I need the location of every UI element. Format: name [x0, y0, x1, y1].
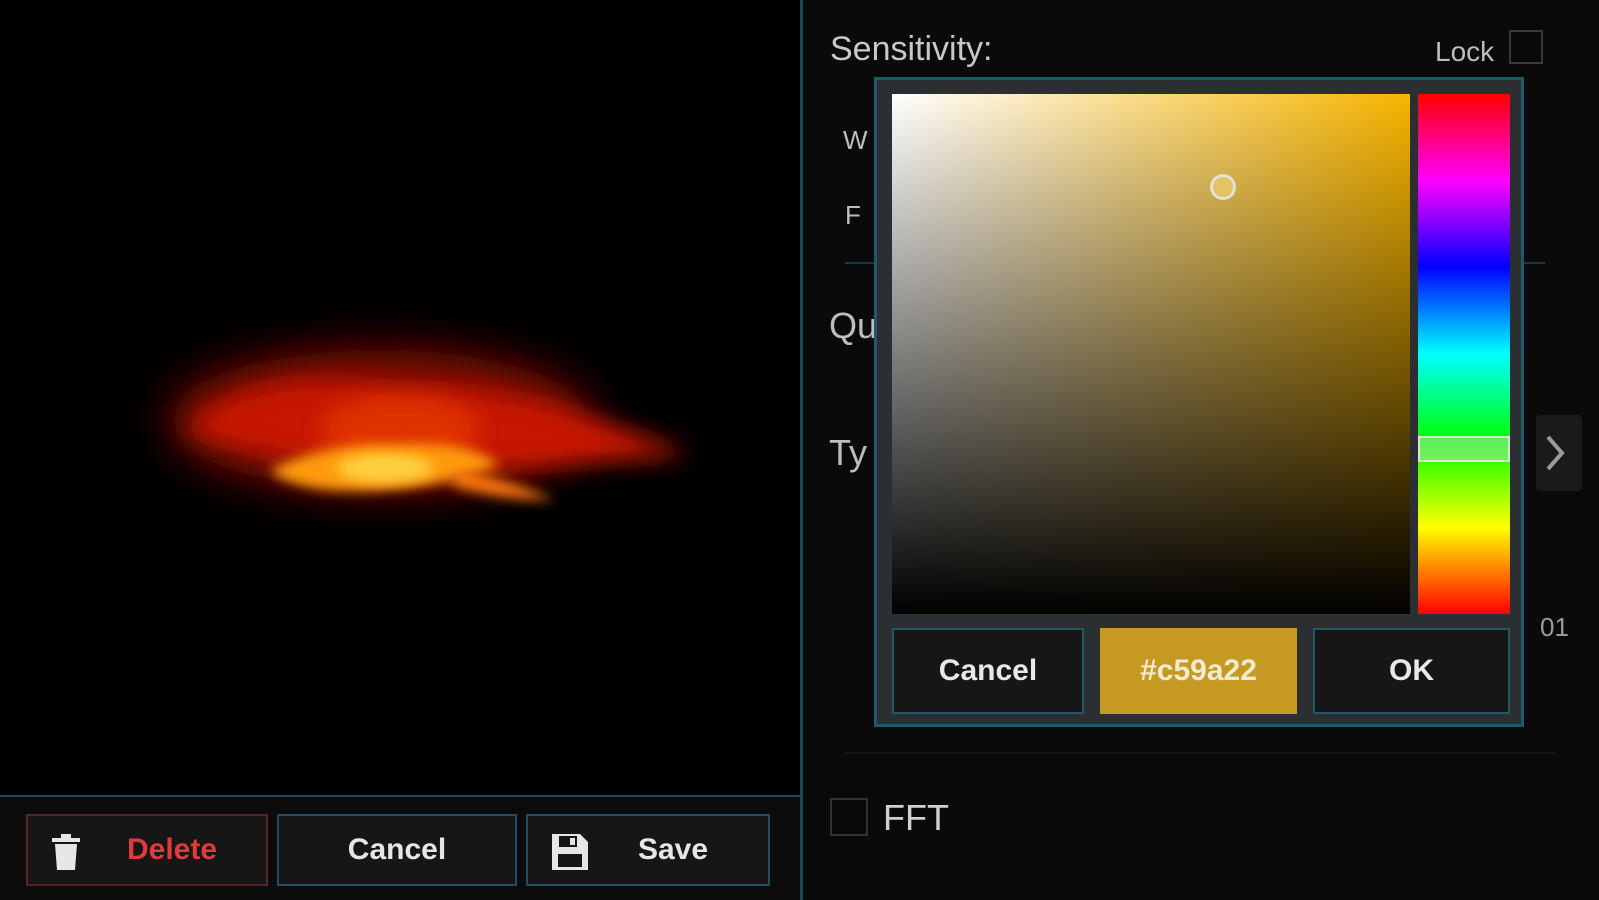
chevron-right-icon — [1546, 435, 1565, 471]
hex-color-value[interactable]: #c59a22 — [1100, 628, 1297, 714]
hue-slider-handle[interactable] — [1418, 436, 1510, 462]
fft-label: FFT — [883, 797, 949, 838]
delete-button[interactable]: Delete — [26, 814, 268, 886]
floppy-disk-icon — [552, 834, 588, 878]
effect-preview-canvas[interactable] — [0, 0, 800, 795]
cancel-button[interactable]: Cancel — [277, 814, 517, 886]
sensitivity-label: Sensitivity: — [830, 30, 993, 68]
fft-checkbox[interactable] — [830, 798, 868, 836]
cancel-button-label: Cancel — [347, 833, 447, 866]
save-button[interactable]: Save — [526, 814, 770, 886]
delete-button-label: Delete — [126, 833, 218, 866]
hidden-setting-label: W — [843, 125, 868, 155]
saturation-value-area[interactable] — [892, 94, 1410, 614]
divider — [845, 752, 1555, 754]
lock-label: Lock — [1435, 36, 1495, 67]
flame-preview-image — [170, 350, 690, 500]
hidden-setting-label: Ty — [829, 432, 868, 473]
hue-slider[interactable] — [1418, 94, 1510, 614]
hidden-setting-label: Qu — [829, 305, 878, 346]
lock-checkbox[interactable] — [1509, 30, 1543, 64]
color-cancel-button[interactable]: Cancel — [892, 628, 1084, 714]
save-button-label: Save — [637, 833, 709, 866]
action-bar: Delete Cancel Save — [0, 795, 800, 900]
hidden-value: 01 — [1540, 612, 1569, 642]
color-picker-dialog: Cancel #c59a22 OK — [874, 77, 1524, 727]
color-ok-button[interactable]: OK — [1313, 628, 1510, 714]
color-selector-handle[interactable] — [1210, 174, 1236, 200]
trash-icon — [52, 834, 80, 878]
hidden-setting-label: F — [845, 200, 861, 230]
next-button[interactable] — [1536, 415, 1582, 491]
